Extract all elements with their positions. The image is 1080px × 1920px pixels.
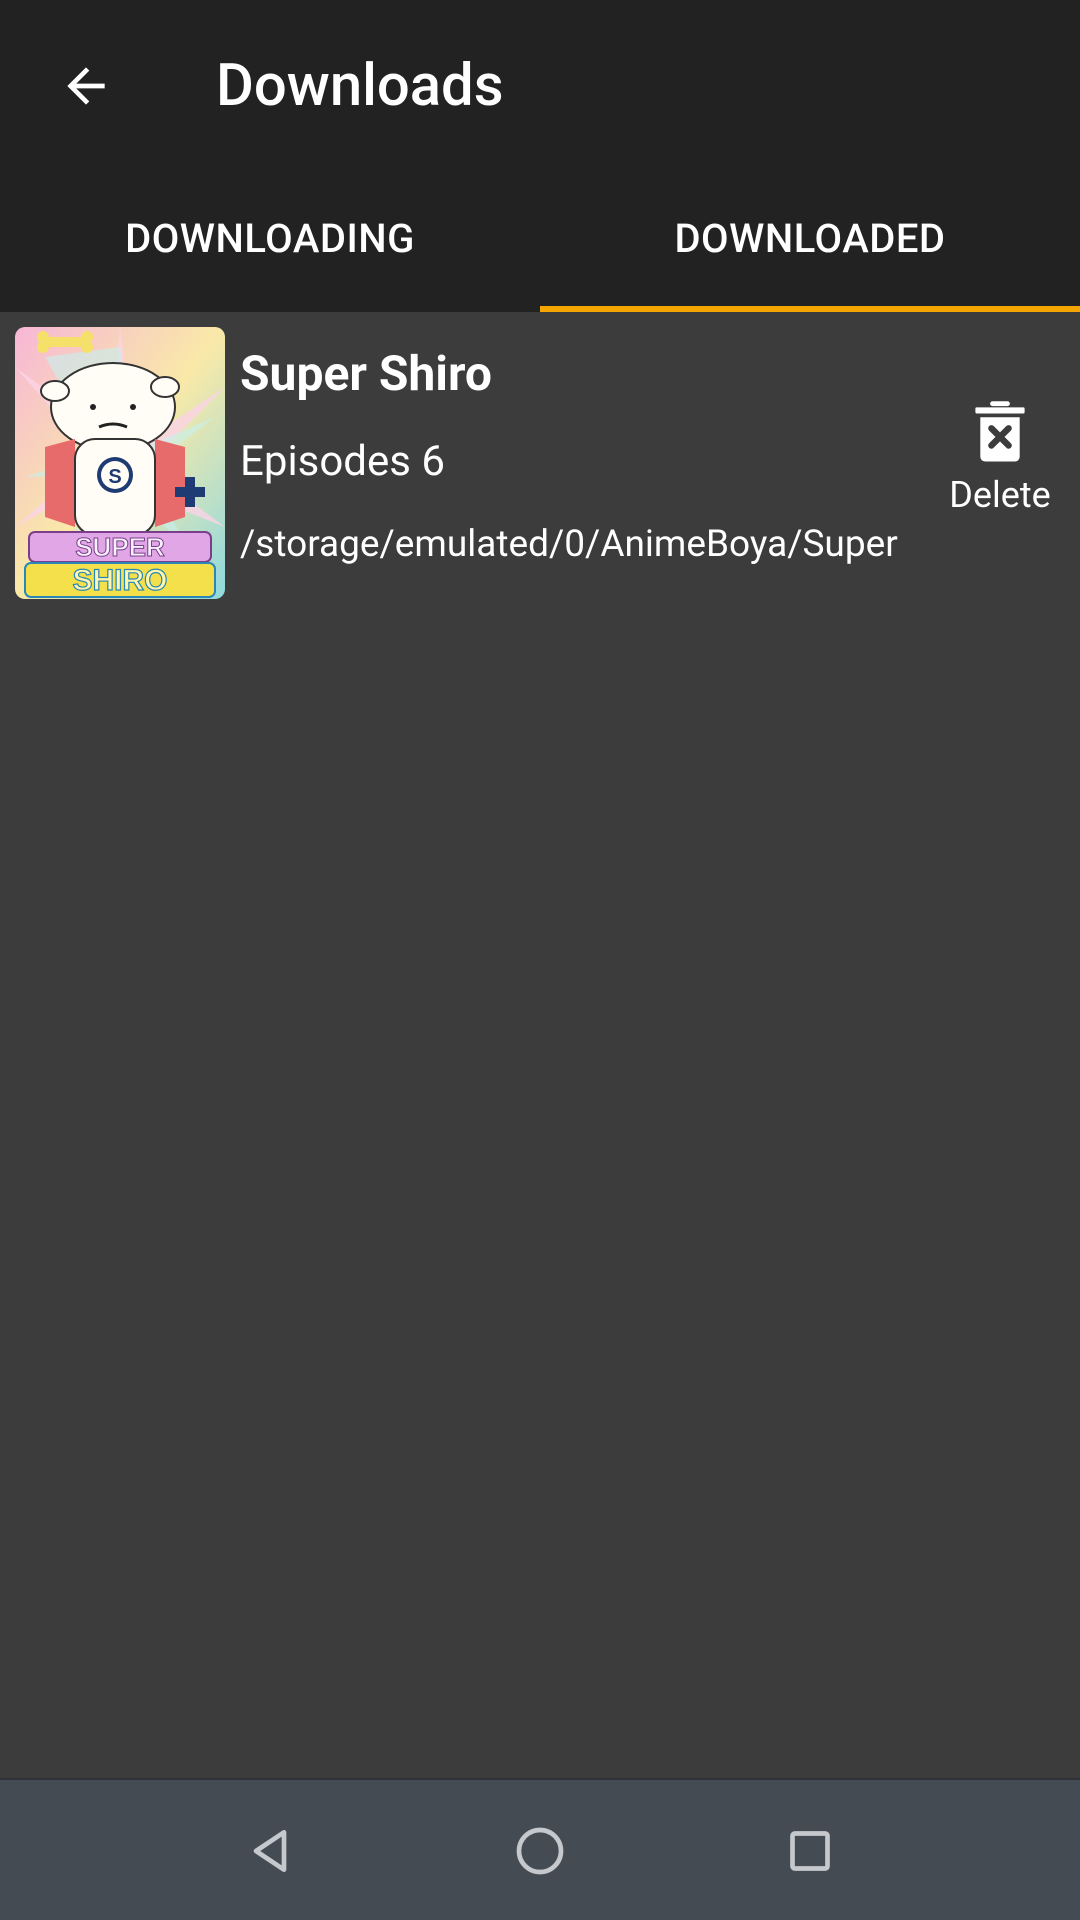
tab-downloaded[interactable]: DOWNLOADED: [540, 170, 1080, 312]
nav-home-circle-icon: [516, 1827, 564, 1875]
back-button[interactable]: [38, 38, 134, 134]
downloads-list: S SUPER SHIRO Super Shiro Episodes 6 /st…: [0, 312, 1080, 1778]
delete-button[interactable]: Delete: [940, 400, 1060, 540]
svg-text:SHIRO: SHIRO: [72, 564, 167, 597]
item-episodes: Episodes 6: [240, 437, 445, 486]
tab-bar: DOWNLOADING DOWNLOADED: [0, 170, 1080, 312]
item-title: Super Shiro: [240, 345, 492, 402]
delete-label: Delete: [949, 474, 1051, 516]
nav-back-triangle-icon: [253, 1830, 287, 1872]
svg-text:S: S: [108, 466, 121, 488]
system-navigation-bar: [0, 1778, 1080, 1920]
app-root: Downloads DOWNLOADING DOWNLOADED S SUPER…: [0, 0, 1080, 1920]
nav-home-button[interactable]: [485, 1796, 595, 1906]
download-item[interactable]: S SUPER SHIRO Super Shiro Episodes 6 /st…: [0, 312, 1080, 600]
trash-x-icon: [975, 401, 1025, 462]
page-title: Downloads: [216, 52, 504, 120]
nav-back-button[interactable]: [215, 1796, 325, 1906]
tab-downloading[interactable]: DOWNLOADING: [0, 170, 540, 312]
svg-text:SUPER: SUPER: [75, 532, 165, 562]
nav-recents-button[interactable]: [755, 1796, 865, 1906]
arrow-back-icon: [67, 67, 105, 105]
item-path: /storage/emulated/0/AnimeBoya/Super: [240, 523, 898, 566]
anime-poster: S SUPER SHIRO: [15, 327, 225, 599]
nav-recents-square-icon: [790, 1831, 830, 1871]
toolbar: Downloads: [0, 0, 1080, 170]
